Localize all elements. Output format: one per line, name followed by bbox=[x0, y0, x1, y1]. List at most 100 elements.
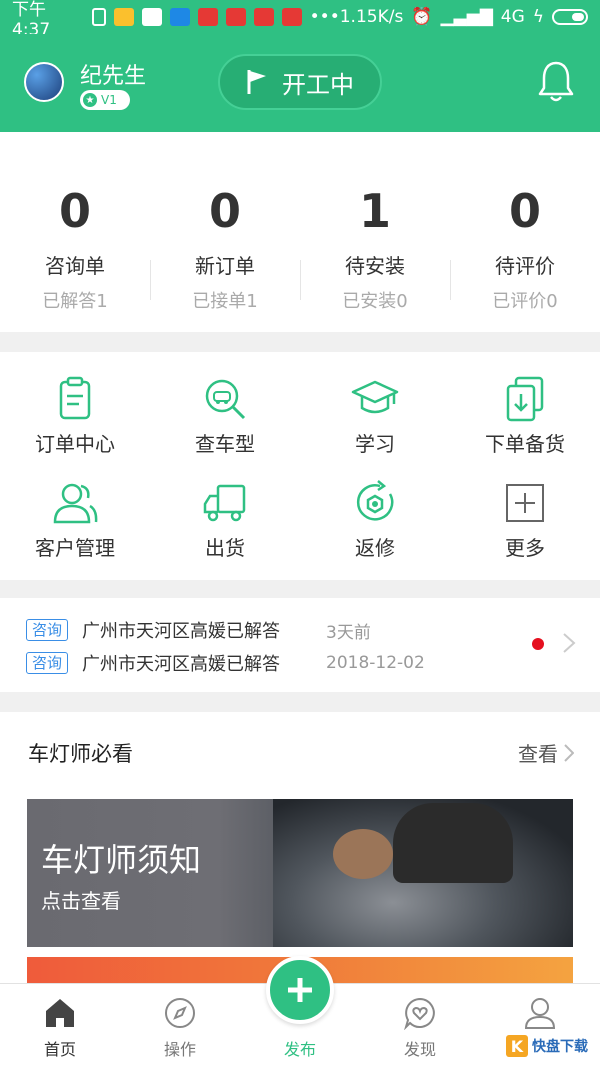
app-video-icon bbox=[141, 8, 162, 26]
menu-label: 学习 bbox=[355, 432, 395, 456]
stat-label: 待评价 bbox=[495, 254, 555, 278]
notice-time: 2018-12-02 bbox=[326, 653, 425, 673]
repair-icon bbox=[356, 480, 394, 521]
stat-value: 0 bbox=[58, 184, 91, 238]
stat-value: 0 bbox=[208, 184, 241, 238]
bottom-tab-bar: 首页 操作 发布 发现 我的 K 快盘下载 bbox=[0, 956, 600, 1067]
order-stock-icon bbox=[506, 376, 544, 422]
clipboard-icon bbox=[59, 376, 91, 420]
stat-sub: 已评价0 bbox=[492, 291, 558, 312]
home-icon bbox=[46, 999, 74, 1027]
watermark-badge: K bbox=[506, 1035, 528, 1057]
menu-stock-order[interactable]: 下单备货 bbox=[450, 374, 600, 478]
app-toutiao-icon-2 bbox=[281, 8, 302, 26]
stat-label: 新订单 bbox=[195, 254, 255, 278]
app-netease-icon-2 bbox=[253, 8, 274, 26]
more-notifications-icon: ••• bbox=[309, 7, 340, 27]
heart-chat-icon bbox=[404, 997, 435, 1030]
plus-box-icon bbox=[506, 484, 544, 522]
tab-label: 发现 bbox=[403, 1040, 436, 1059]
plus-icon bbox=[288, 978, 312, 1002]
chevron-right-icon[interactable] bbox=[562, 632, 576, 654]
stat-new-order[interactable]: 0 新订单 已接单1 bbox=[150, 132, 300, 332]
tab-discover[interactable]: 发现 bbox=[360, 984, 480, 1067]
menu-customer-management[interactable]: 客户管理 bbox=[0, 478, 150, 582]
usb-icon bbox=[92, 8, 106, 26]
stat-value: 0 bbox=[508, 184, 541, 238]
app-header: 纪先生 ★ V1 开工中 bbox=[0, 34, 600, 132]
tab-operation[interactable]: 操作 bbox=[120, 984, 240, 1067]
function-menu: 订单中心 查车型 学习 下单备货 客户管理 出货 返修 更多 bbox=[0, 352, 600, 580]
truck-icon bbox=[203, 484, 246, 522]
stat-sub: 已接单1 bbox=[192, 291, 258, 312]
menu-label: 客户管理 bbox=[35, 536, 115, 560]
network-type: 4G bbox=[500, 7, 525, 27]
app-orange-icon bbox=[113, 8, 134, 26]
menu-order-center[interactable]: 订单中心 bbox=[0, 374, 150, 478]
star-icon: ★ bbox=[83, 93, 97, 107]
section-title: 车灯师必看 bbox=[28, 742, 133, 766]
flag-icon bbox=[247, 70, 266, 94]
stat-consult[interactable]: 0 咨询单 已解答1 bbox=[0, 132, 150, 332]
level-text: V1 bbox=[101, 93, 117, 107]
level-badge: ★ V1 bbox=[80, 90, 130, 110]
menu-label: 查车型 bbox=[195, 432, 255, 456]
notice-text: 广州市天河区高媛已解答 bbox=[82, 654, 281, 675]
menu-shipping[interactable]: 出货 bbox=[150, 478, 300, 582]
notice-item[interactable]: 咨询 广州市天河区高媛已解答 2018-12-02 bbox=[26, 651, 425, 675]
app-netease-icon bbox=[225, 8, 246, 26]
stat-label: 咨询单 bbox=[45, 254, 105, 278]
signal-icon: ▁▃▅▇ bbox=[440, 7, 493, 27]
tab-home[interactable]: 首页 bbox=[0, 984, 120, 1067]
user-name: 纪先生 bbox=[80, 64, 147, 89]
notice-tag: 咨询 bbox=[26, 619, 69, 641]
unread-dot bbox=[532, 638, 544, 650]
banner-title: 车灯师须知 bbox=[41, 841, 202, 879]
menu-repair[interactable]: 返修 bbox=[300, 478, 450, 582]
network-speed: 1.15K/s bbox=[339, 7, 404, 27]
app-toutiao-icon bbox=[197, 8, 218, 26]
notice-item[interactable]: 咨询 广州市天河区高媛已解答 3天前 bbox=[26, 618, 371, 643]
charging-icon: ϟ bbox=[532, 7, 544, 27]
featured-section: 车灯师必看 查看 车灯师须知 点击查看 bbox=[0, 712, 600, 997]
order-stats: 0 咨询单 已解答1 0 新订单 已接单1 1 待安装 已安装0 0 待评价 已… bbox=[0, 132, 600, 332]
user-icon bbox=[524, 998, 556, 1029]
menu-car-model[interactable]: 查车型 bbox=[150, 374, 300, 478]
banner-mechanic-image bbox=[393, 803, 513, 883]
notice-panel[interactable]: 咨询 广州市天河区高媛已解答 3天前 咨询 广州市天河区高媛已解答 2018-1… bbox=[0, 598, 600, 692]
work-status-label: 开工中 bbox=[282, 70, 354, 99]
chevron-right-icon bbox=[564, 743, 574, 762]
notice-text: 广州市天河区高媛已解答 bbox=[82, 621, 281, 642]
customers-icon bbox=[53, 483, 98, 524]
tab-label: 发布 bbox=[283, 1040, 316, 1059]
car-search-icon bbox=[205, 379, 246, 420]
tab-label: 操作 bbox=[163, 1040, 196, 1059]
graduation-cap-icon bbox=[351, 380, 399, 414]
menu-learning[interactable]: 学习 bbox=[300, 374, 450, 478]
view-more-link[interactable]: 查看 bbox=[518, 738, 574, 767]
bell-icon[interactable] bbox=[536, 60, 576, 104]
avatar[interactable] bbox=[24, 62, 64, 102]
watermark-logo: K 快盘下载 bbox=[506, 1031, 596, 1061]
publish-button[interactable] bbox=[266, 956, 334, 1024]
menu-label: 更多 bbox=[505, 536, 545, 560]
stat-pending-review[interactable]: 0 待评价 已评价0 bbox=[450, 132, 600, 332]
featured-banner[interactable]: 车灯师须知 点击查看 bbox=[27, 799, 573, 947]
alarm-icon: ⏰ bbox=[411, 7, 433, 27]
stat-pending-install[interactable]: 1 待安装 已安装0 bbox=[300, 132, 450, 332]
menu-label: 返修 bbox=[355, 536, 395, 560]
stat-label: 待安装 bbox=[345, 254, 405, 278]
banner-subtitle: 点击查看 bbox=[41, 889, 121, 913]
battery-icon bbox=[552, 9, 588, 25]
notice-time: 3天前 bbox=[326, 622, 371, 643]
stat-sub: 已安装0 bbox=[342, 291, 408, 312]
app-telegram-icon bbox=[169, 8, 190, 26]
watermark-text: 快盘下载 bbox=[532, 1039, 588, 1055]
banner-mechanic-head bbox=[333, 829, 393, 879]
work-status-button[interactable]: 开工中 bbox=[218, 54, 382, 110]
notice-tag: 咨询 bbox=[26, 652, 69, 674]
status-bar: 下午4:37 ••• 1.15K/s ⏰ ▁▃▅▇ 4G ϟ bbox=[0, 0, 600, 40]
menu-more[interactable]: 更多 bbox=[450, 478, 600, 582]
stat-sub: 已解答1 bbox=[42, 291, 108, 312]
menu-label: 下单备货 bbox=[485, 432, 565, 456]
